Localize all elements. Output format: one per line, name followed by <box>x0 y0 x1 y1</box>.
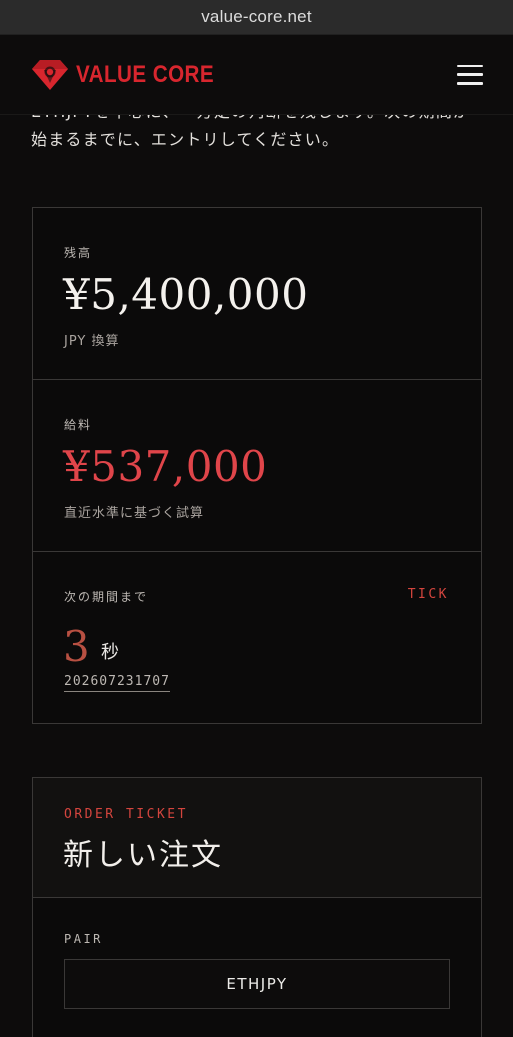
next-period-label: 次の期間まで <box>64 590 149 604</box>
pair-label: PAIR <box>64 932 103 946</box>
salary-note: 直近水準に基づく試算 <box>64 506 205 521</box>
account-stats-card: 残高 ¥5,400,000 JPY 換算 給料 ¥537,000 直近水準に基づ… <box>32 207 482 724</box>
browser-url-bar[interactable]: value-core.net <box>0 0 513 35</box>
countdown-unit: 秒 <box>101 642 119 663</box>
salary-section: 給料 ¥537,000 直近水準に基づく試算 <box>33 380 481 552</box>
lion-diamond-icon <box>32 59 68 90</box>
hamburger-icon[interactable] <box>457 64 483 85</box>
site-header: VALUE CORE <box>0 35 513 115</box>
period-id-link[interactable]: 202607231707 <box>64 674 170 692</box>
order-ticket-card: ORDER TICKET 新しい注文 PAIR ETHJPY <box>32 777 482 1037</box>
pair-select[interactable]: ETHJPY <box>64 959 450 1009</box>
order-ticket-title: 新しい注文 <box>63 838 223 873</box>
balance-note: JPY 換算 <box>64 334 120 349</box>
order-ticket-header: ORDER TICKET 新しい注文 <box>33 778 481 898</box>
salary-label: 給料 <box>64 418 93 432</box>
countdown-value: 3 <box>63 622 90 671</box>
logo-text: VALUE CORE <box>76 60 215 88</box>
url-text: value-core.net <box>201 7 312 26</box>
logo[interactable]: VALUE CORE <box>30 57 237 93</box>
tick-label: TICK <box>407 587 449 602</box>
balance-label: 残高 <box>64 246 93 260</box>
balance-value: ¥5,400,000 <box>63 270 309 319</box>
intro-line-2: 始まるまでに、エントリしてください。 <box>31 130 340 149</box>
balance-section: 残高 ¥5,400,000 JPY 換算 <box>33 208 481 380</box>
salary-value: ¥537,000 <box>63 442 268 491</box>
order-ticket-eyebrow: ORDER TICKET <box>64 807 188 822</box>
next-period-section: 次の期間まで TICK 3 秒 202607231707 <box>33 552 481 723</box>
